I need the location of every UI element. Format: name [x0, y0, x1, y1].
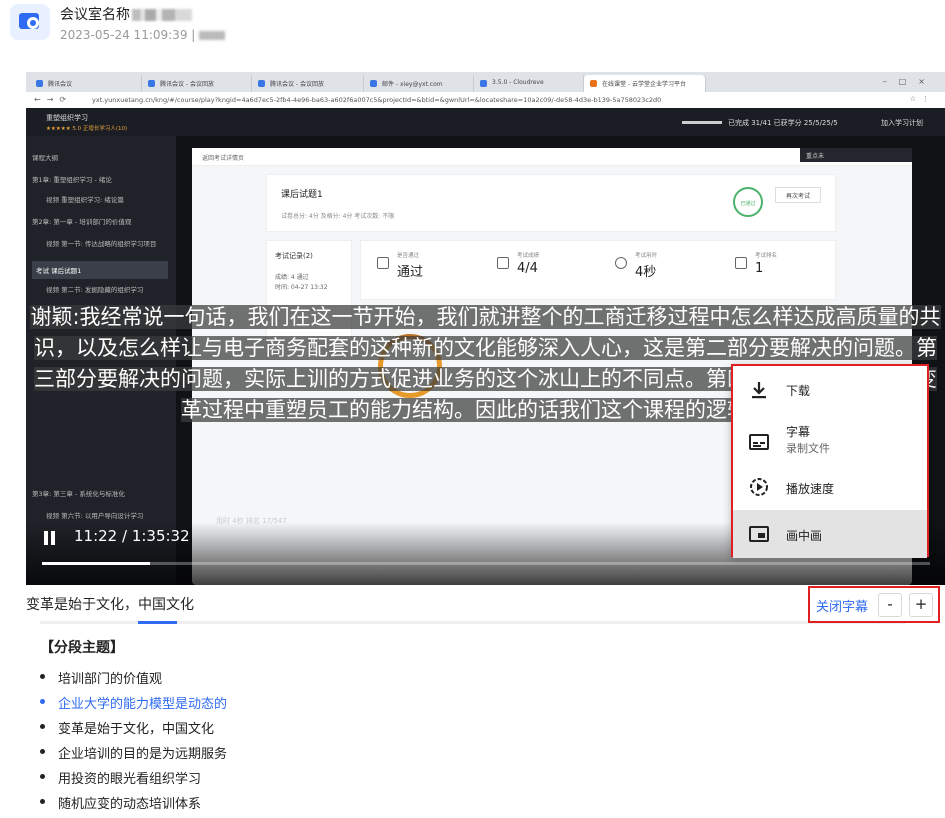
topic-item[interactable]: 企业大学的能力模型是动态的	[40, 693, 227, 718]
browser-tab: 腾讯会议 - 会议回放	[142, 75, 252, 92]
meeting-datetime: 2023-05-24 11:09:39 |	[60, 28, 226, 42]
menu-item-playback-speed[interactable]: 播放速度	[733, 462, 927, 514]
playback-speed-icon	[750, 478, 768, 496]
recorded-browser-tabs: 腾讯会议 腾讯会议 - 会议回放 腾讯会议 - 会议回放 邮件 - xiey@y…	[26, 72, 945, 92]
topic-item[interactable]: 变革是始于文化，中国文化	[40, 718, 227, 743]
meeting-app-icon	[10, 4, 50, 40]
topic-item[interactable]: 培训部门的价值观	[40, 668, 227, 693]
pause-icon[interactable]	[42, 531, 56, 545]
section-title: 【分段主题】	[40, 640, 124, 656]
close-subtitles-button[interactable]: 关闭字幕	[816, 596, 868, 615]
browser-tab: 邮件 - xiey@yxt.com	[364, 75, 474, 92]
topic-item[interactable]: 随机应变的动态培训体系	[40, 793, 227, 818]
download-icon	[752, 382, 766, 399]
caption-controls: 关闭字幕 - +	[808, 586, 940, 623]
playback-time: 11:22 / 1:35:32	[74, 527, 190, 545]
segment-divider	[40, 621, 906, 624]
recorded-address-bar: ←→⟳ yxt.yunxuetang.cn/kng/#/course/play?…	[26, 92, 945, 108]
progress-played	[42, 562, 151, 565]
progress-bar[interactable]	[42, 562, 930, 565]
topic-item[interactable]: 企业培训的目的是为远期服务	[40, 743, 227, 768]
browser-tab: 腾讯会议 - 会议回放	[252, 75, 364, 92]
window-controls: –□×	[882, 77, 937, 86]
browser-tab: 在线课堂 - 云学堂企业学习平台	[584, 75, 706, 92]
player-more-menu: 下载 字幕 录制文件 播放速度 画中画	[731, 364, 929, 558]
current-caption-line: 变革是始于文化，中国文化	[26, 597, 194, 613]
subtitles-icon	[749, 434, 769, 450]
font-increase-button[interactable]: +	[909, 593, 933, 617]
picture-in-picture-icon	[749, 526, 769, 542]
meeting-header: 会议室名称 2023-05-24 11:09:39 |	[0, 0, 945, 50]
topic-item[interactable]: 用投资的眼光看组织学习	[40, 768, 227, 793]
menu-item-download[interactable]: 下载	[733, 366, 927, 414]
font-decrease-button[interactable]: -	[878, 593, 902, 617]
course-bar: 重塑组织学习 ★★★★★ 5.0 正增长学习人(10) 已完成 31/41 已获…	[26, 108, 945, 136]
menu-item-picture-in-picture[interactable]: 画中画	[733, 510, 927, 558]
browser-tab: 腾讯会议	[30, 75, 142, 92]
meeting-name: 会议室名称	[60, 4, 192, 24]
topic-list: 培训部门的价值观 企业大学的能力模型是动态的 变革是始于文化，中国文化 企业培训…	[40, 668, 227, 818]
browser-tab: 3.5.0 - Cloudreve	[474, 75, 584, 92]
